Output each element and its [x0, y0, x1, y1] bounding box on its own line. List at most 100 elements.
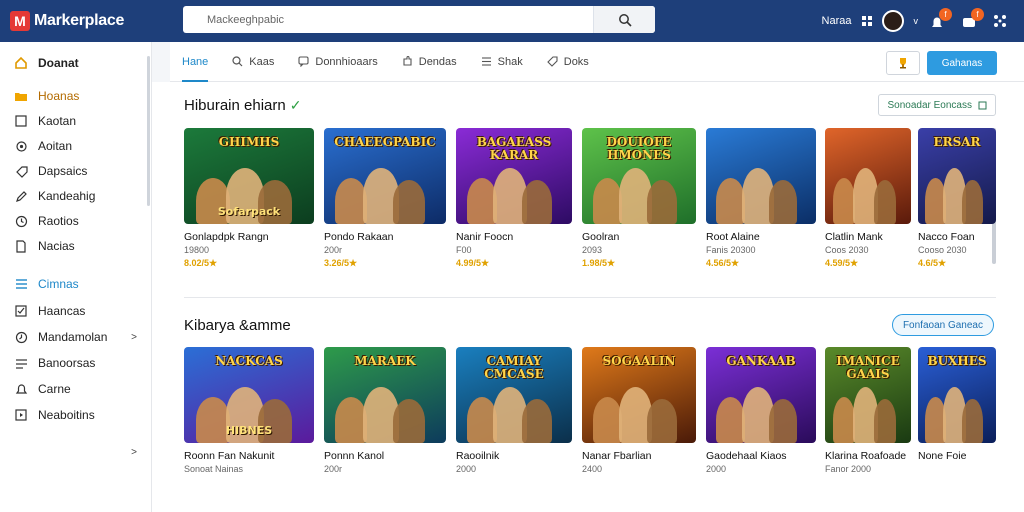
game-card[interactable]: IMANICE GAAIS Klarina Roafoade Fanor 2000: [825, 347, 911, 477]
game-thumbnail[interactable]: GHIMHS Sofarpack: [184, 128, 314, 224]
game-thumbnail[interactable]: CHAEEGPABIC: [324, 128, 446, 224]
tab-home[interactable]: Hane: [170, 42, 220, 82]
sidebar-item-3[interactable]: Aoitan: [14, 139, 72, 153]
game-card[interactable]: Root Alaine Fanis 20300 4.56/5★: [706, 128, 816, 269]
sidebar-item-label: Kandeahig: [38, 189, 96, 203]
tab-5[interactable]: Doks: [535, 42, 601, 82]
search-button[interactable]: [593, 6, 655, 33]
game-meta: 200r: [324, 245, 343, 255]
section-2-action-button[interactable]: Fonfaoan Ganeac: [891, 314, 994, 336]
game-card[interactable]: BAGAEASS KARAR Nanir Foocn F00 4.99/5★: [456, 128, 572, 269]
sidebar-item-label: Neaboitins: [38, 408, 95, 422]
character-illustration: [335, 397, 368, 443]
search-input[interactable]: [207, 7, 607, 32]
section-1-action-button[interactable]: Sonoadar Eoncass: [878, 94, 996, 116]
game-title[interactable]: Ponnn Kanol: [324, 450, 446, 462]
game-thumbnail[interactable]: ERSAR: [918, 128, 996, 224]
game-thumbnail[interactable]: BUXHES: [918, 347, 996, 443]
chevron-right-icon[interactable]: >: [131, 332, 137, 343]
sidebar-scrollbar[interactable]: [147, 56, 150, 206]
game-title[interactable]: Raooilnik: [456, 450, 572, 462]
grid-icon[interactable]: [861, 16, 872, 26]
character-illustration: [716, 397, 745, 443]
sidebar-item-games-0[interactable]: Cimnas: [14, 277, 79, 291]
sidebar-item-7[interactable]: Nacias: [14, 239, 75, 253]
thumbnail-title: MARAEK: [354, 354, 416, 368]
game-card[interactable]: ERSAR Nacco Foan Cooso 2030 4.6/5★: [918, 128, 996, 269]
game-meta: 200r: [324, 464, 343, 474]
game-title[interactable]: Nanir Foocn: [456, 231, 572, 243]
thumbnail-subtitle: HIBNES: [225, 424, 273, 437]
game-card[interactable]: NACKCAS HIBNES Roonn Fan Nakunit Sonoat Nai…: [184, 347, 314, 477]
game-title[interactable]: Clatlin Mank: [825, 231, 911, 243]
sidebar-item-games-1[interactable]: Haancas: [14, 304, 85, 318]
thumbnail-title: GANKAAB: [726, 354, 796, 368]
game-meta: 2000: [456, 464, 477, 474]
sidebar-item-2[interactable]: Kaotan: [14, 114, 76, 128]
game-card[interactable]: CAMIAY CMCASE Raooilnik 2000: [456, 347, 572, 477]
game-title[interactable]: Goolran: [582, 231, 696, 243]
game-title[interactable]: Roonn Fan Nakunit: [184, 450, 314, 462]
game-thumbnail[interactable]: BAGAEASS KARAR: [456, 128, 572, 224]
folder-icon: [14, 89, 28, 103]
logo-mark: M: [10, 11, 30, 31]
sidebar-item-games-3[interactable]: Banoorsas: [14, 356, 95, 370]
sidebar-item-0[interactable]: Doanat: [14, 56, 79, 70]
sidebar-item-4[interactable]: Dapsaics: [14, 164, 87, 178]
game-title[interactable]: Nanar Fbarlian: [582, 450, 696, 462]
tab-4[interactable]: Shak: [469, 42, 535, 82]
game-thumbnail[interactable]: DOUIOFE HMONES: [582, 128, 696, 224]
game-title[interactable]: None Foie: [918, 450, 996, 462]
game-card[interactable]: DOUIOFE HMONES Goolran 2093 1.98/5★: [582, 128, 696, 269]
game-thumbnail[interactable]: IMANICE GAAIS: [825, 347, 911, 443]
game-title[interactable]: Pondo Rakaan: [324, 231, 446, 243]
tab-2[interactable]: Donnhioaars: [286, 42, 389, 82]
game-card[interactable]: MARAEK Ponnn Kanol 200r: [324, 347, 446, 477]
game-card[interactable]: GANKAAB Gaodehaal Kiaos 2000: [706, 347, 816, 477]
trophy-button[interactable]: [886, 51, 920, 75]
messages-button[interactable]: f: [960, 8, 984, 32]
game-thumbnail[interactable]: [825, 128, 911, 224]
user-label[interactable]: Naraa: [822, 15, 852, 27]
notifications-button[interactable]: f: [928, 8, 952, 32]
search-bar: [183, 6, 655, 33]
character-illustration: [592, 397, 623, 443]
game-card[interactable]: SOGAALIN Nanar Fbarlian 2400: [582, 347, 696, 477]
chevron-right-icon[interactable]: >: [131, 447, 137, 458]
game-card[interactable]: GHIMHS Sofarpack Gonlapdpk Rangn 19800 8.02/…: [184, 128, 314, 269]
sidebar-item-1[interactable]: Hoanas: [14, 89, 79, 103]
tab-1[interactable]: Kaas: [220, 42, 286, 82]
game-title[interactable]: Gaodehaal Kiaos: [706, 450, 816, 462]
game-thumbnail[interactable]: SOGAALIN: [582, 347, 696, 443]
game-thumbnail[interactable]: [706, 128, 816, 224]
sidebar-item-games-4[interactable]: Carne: [14, 382, 71, 396]
tab-3[interactable]: Dendas: [390, 42, 469, 82]
game-thumbnail[interactable]: NACKCAS HIBNES: [184, 347, 314, 443]
apps-icon[interactable]: [992, 12, 1010, 30]
game-meta: 19800: [184, 245, 210, 255]
thumbnail-title: ERSAR: [933, 135, 981, 149]
primary-action-button[interactable]: Gahanas: [927, 51, 997, 75]
avatar[interactable]: [881, 10, 904, 32]
divider: [184, 297, 996, 298]
game-title[interactable]: Gonlapdpk Rangn: [184, 231, 314, 243]
game-card[interactable]: BUXHES None Foie: [918, 347, 996, 465]
sidebar-item-5[interactable]: Kandeahig: [14, 189, 95, 203]
game-card[interactable]: CHAEEGPABIC Pondo Rakaan 200r 3.26/5★: [324, 128, 446, 269]
game-card[interactable]: Clatlin Mank Coos 2030 4.59/5★: [825, 128, 911, 269]
character-illustration: [873, 180, 897, 224]
app-logo[interactable]: M Markerplace: [10, 11, 180, 31]
bell-icon: [14, 382, 28, 396]
sidebar-item-games-5[interactable]: Neaboitins: [14, 408, 95, 422]
game-thumbnail[interactable]: MARAEK: [324, 347, 446, 443]
sidebar-item-games-2[interactable]: Mandamolan: [14, 330, 107, 344]
game-thumbnail[interactable]: CAMIAY CMCASE: [456, 347, 572, 443]
character-illustration: [592, 178, 623, 224]
notification-badge: f: [939, 8, 952, 21]
game-thumbnail[interactable]: GANKAAB: [706, 347, 816, 443]
game-title[interactable]: Root Alaine: [706, 231, 816, 243]
game-title[interactable]: Nacco Foan: [918, 231, 996, 243]
caret-icon[interactable]: v: [914, 16, 919, 26]
game-title[interactable]: Klarina Roafoade: [825, 450, 911, 462]
sidebar-item-6[interactable]: Raotios: [14, 214, 79, 228]
